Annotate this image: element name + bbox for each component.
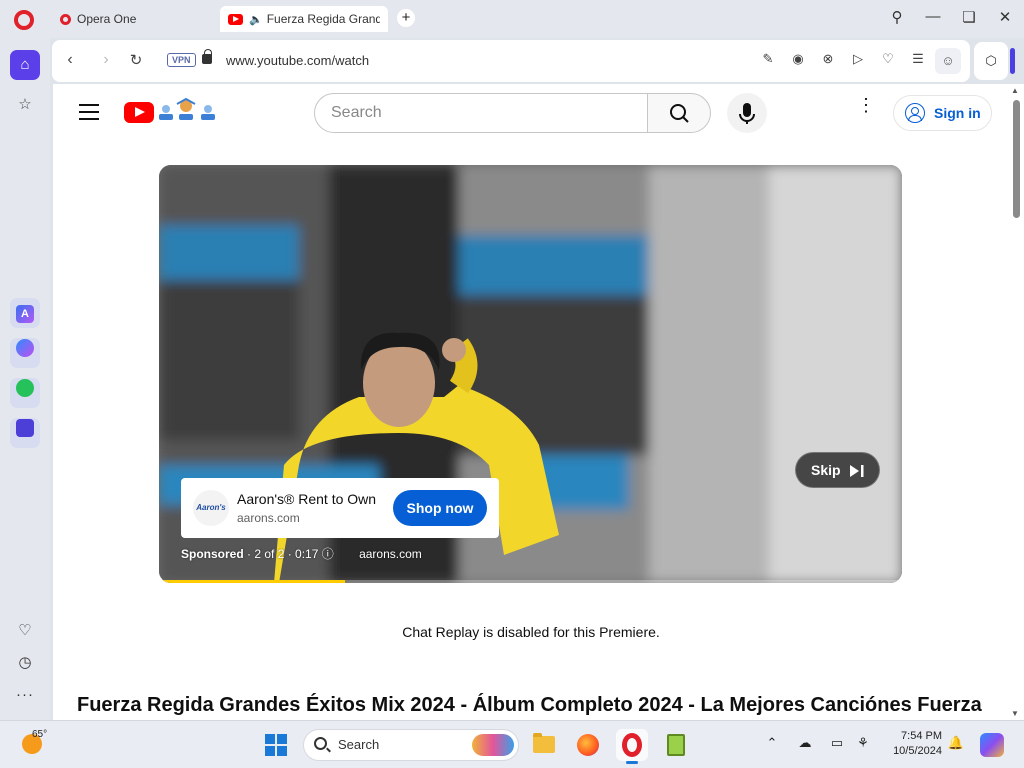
new-tab-button[interactable]: + (397, 9, 415, 27)
extensions-icon[interactable]: ⬡ (974, 42, 1008, 80)
firefox-icon[interactable] (572, 729, 604, 761)
ad-domain[interactable]: aarons.com (237, 511, 300, 525)
back-button[interactable]: ‹ (60, 51, 80, 69)
video-player[interactable]: Aaron's Aaron's® Rent to Own aarons.com … (159, 165, 902, 583)
home-icon[interactable]: ⌂ (10, 50, 40, 80)
minimize-button[interactable]: — (921, 8, 945, 25)
tab-label: Opera One (77, 12, 137, 26)
heart-icon[interactable]: ♡ (879, 51, 897, 67)
address-bar: ‹ › ↻ VPN www.youtube.com/watch ✎ ◉ ⊗ ▷ … (52, 40, 970, 82)
windows-start-icon[interactable] (265, 734, 287, 756)
youtube-doodle-icon[interactable] (157, 98, 219, 124)
voice-search-button[interactable] (727, 93, 767, 133)
page-scrollbar[interactable]: ▲ ▼ (1009, 84, 1024, 720)
heart-icon[interactable]: ♡ (10, 616, 40, 646)
scroll-thumb[interactable] (1013, 100, 1020, 218)
aria-icon[interactable]: A (10, 298, 40, 328)
account-icon (905, 103, 925, 123)
guide-menu-icon[interactable] (79, 104, 99, 125)
history-clock-icon[interactable]: ◷ (10, 648, 40, 678)
tab-opera-one[interactable]: Opera One (52, 6, 216, 32)
weather-temperature[interactable]: 65° (32, 729, 47, 740)
skip-label: Skip (811, 462, 841, 478)
tab-youtube-video[interactable]: 🔈 Fuerza Regida Grandes (220, 6, 388, 32)
youtube-logo-icon[interactable] (124, 102, 154, 123)
chevron-up-icon[interactable]: ⌃ (762, 735, 782, 751)
skip-ad-button[interactable]: Skip (795, 452, 880, 488)
scroll-up-icon[interactable]: ▲ (1011, 86, 1019, 95)
file-explorer-icon[interactable] (528, 729, 560, 761)
youtube-favicon-icon (228, 13, 243, 25)
advertiser-logo: Aaron's (193, 490, 229, 526)
opera-icon[interactable] (616, 729, 648, 764)
search-highlight-icon (472, 734, 514, 756)
restore-button[interactable]: ❏ (957, 8, 981, 26)
search-button[interactable] (647, 93, 711, 133)
close-window-button[interactable]: ✕ (993, 8, 1017, 26)
taskbar-search[interactable]: Search (303, 729, 519, 761)
microphone-icon (739, 103, 755, 124)
vpn-badge[interactable]: VPN (167, 53, 196, 67)
ad-progress-bar[interactable] (159, 580, 902, 583)
youtube-page: Search ⋮ Sign in Aaron's Aaron's® Rent t… (53, 84, 1009, 720)
settings-more-icon[interactable]: ⋮ (857, 96, 875, 114)
browser-titlebar: Opera One 🔈 Fuerza Regida Grandes + ⚲ — … (0, 0, 1024, 38)
camera-icon[interactable]: ◉ (789, 51, 807, 67)
easy-setup-icon[interactable]: ☰ (909, 51, 927, 67)
sign-in-label: Sign in (934, 105, 981, 121)
ad-card[interactable]: Aaron's Aaron's® Rent to Own aarons.com … (181, 478, 499, 538)
snapshot-edit-icon[interactable]: ✎ (759, 51, 777, 67)
opera-sidebar: ⌂ ☆ A ♡ ◷ ··· (0, 38, 50, 720)
tab-label: Fuerza Regida Grandes (266, 12, 380, 26)
clock-time: 7:54 PM (901, 730, 942, 742)
display-icon[interactable]: ▭ (827, 735, 847, 751)
whatsapp-icon[interactable] (10, 378, 40, 408)
search-tabs-icon[interactable]: ⚲ (885, 8, 909, 26)
ad-title[interactable]: Aaron's® Rent to Own (237, 491, 376, 507)
more-icon[interactable]: ··· (10, 680, 40, 710)
cloud-off-icon[interactable]: ☁ (795, 735, 815, 751)
windows-taskbar: 65° Search ⌃ ☁ ▭ ⚘ 7:54 PM 10/5/2024 🔔 (0, 720, 1024, 768)
ease-of-access-icon[interactable]: ⚘ (853, 735, 873, 751)
adblock-icon[interactable]: ⊗ (819, 51, 837, 67)
clock-date: 10/5/2024 (893, 745, 942, 757)
speaker-icon[interactable]: 🔈 (249, 13, 263, 26)
opera-favicon-icon (60, 13, 71, 25)
sidebar-panel-toggle[interactable] (1010, 48, 1015, 74)
lock-icon[interactable] (202, 49, 212, 64)
taskbar-search-label: Search (338, 737, 380, 752)
search-input[interactable]: Search (314, 93, 648, 133)
sign-in-button[interactable]: Sign in (893, 95, 992, 131)
reload-button[interactable]: ↻ (126, 51, 146, 69)
copilot-icon[interactable] (980, 733, 1004, 757)
video-title: Fuerza Regida Grandes Éxitos Mix 2024 - … (77, 694, 982, 716)
bookmarks-star-icon[interactable]: ☆ (10, 90, 40, 120)
opera-menu-icon[interactable] (14, 10, 34, 30)
ad-sponsor-domain[interactable]: aarons.com (359, 547, 422, 561)
ad-sponsored-info: Sponsored · 2 of 2 · 0:17 ⓘ aarons.com (181, 545, 422, 562)
bell-icon[interactable]: 🔔 (946, 735, 966, 751)
ad-position-info[interactable]: · 2 of 2 · 0:17 ⓘ (247, 547, 334, 561)
flow-icon[interactable]: ▷ (849, 51, 867, 67)
url-field[interactable]: www.youtube.com/watch (226, 53, 369, 68)
forward-button[interactable]: › (96, 51, 116, 69)
sponsored-label: Sponsored (181, 547, 244, 561)
ad-progress-fill (159, 580, 345, 583)
messenger-icon[interactable] (10, 338, 40, 368)
shop-now-button[interactable]: Shop now (393, 490, 487, 526)
search-icon (670, 104, 689, 123)
skip-next-icon (850, 465, 864, 477)
scroll-down-icon[interactable]: ▼ (1011, 709, 1019, 718)
search-icon (314, 737, 327, 750)
system-clock[interactable]: 7:54 PM 10/5/2024 (882, 729, 942, 759)
music-player-icon[interactable] (10, 418, 40, 448)
chat-replay-note: Chat Replay is disabled for this Premier… (402, 624, 660, 640)
profile-icon[interactable]: ☺ (935, 48, 961, 74)
notepad-plus-icon[interactable] (660, 729, 692, 761)
